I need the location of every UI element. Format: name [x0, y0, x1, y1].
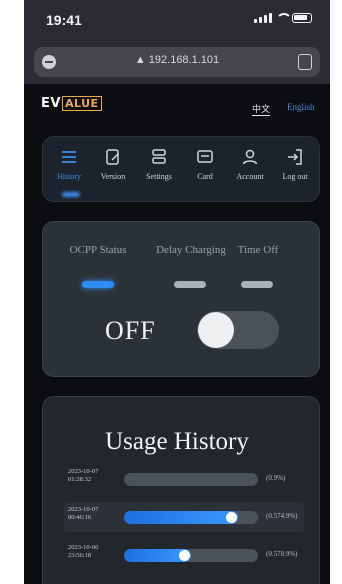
usage-row-datetime: 2023-10-07 01:28:32 — [68, 468, 120, 484]
usage-row-time: 00:46:16 — [68, 514, 92, 521]
nav-menu: History Version Settings Card Account Lo… — [42, 136, 320, 202]
nav-label-settings: Settings — [146, 172, 172, 181]
nav-item-history[interactable]: History — [47, 147, 91, 181]
wifi-icon — [276, 13, 288, 23]
usage-progress-knob — [179, 550, 190, 561]
version-icon — [106, 149, 119, 165]
nav-label-account: Account — [236, 172, 264, 181]
nav-item-version[interactable]: Version — [91, 147, 135, 181]
usage-row-time: 23:56:18 — [68, 552, 92, 559]
usage-history-title: Usage History — [105, 428, 249, 455]
language-chinese-link[interactable]: 中文 — [252, 102, 271, 116]
mode-time-off[interactable]: Time Off — [223, 244, 293, 257]
status-icons — [254, 13, 312, 23]
settings-icon — [152, 149, 166, 164]
battery-icon — [292, 13, 312, 23]
usage-row-date: 2023-10-06 — [68, 544, 99, 551]
usage-row: 2023-10-06 23:56:18 (0.578.9%) — [64, 540, 304, 570]
mode-ocpp-status[interactable]: OCPP Status — [63, 244, 133, 257]
nav-label-logout: Log out — [282, 172, 308, 181]
usage-row-value: (0.9%) — [266, 474, 286, 482]
logo-alue-text: ALUE — [61, 96, 102, 111]
usage-row-datetime: 2023-10-07 00:46:16 — [68, 506, 120, 522]
history-icon — [62, 151, 76, 163]
power-state-label: OFF — [105, 316, 156, 345]
evalue-logo: EV ALUE — [41, 96, 102, 111]
usage-row-date: 2023-10-07 — [68, 468, 99, 475]
share-icon[interactable] — [298, 54, 312, 70]
url-field[interactable]: ▲ 192.168.1.101 — [34, 47, 320, 77]
usage-row: 2023-10-07 00:46:16 (0.574.9%) — [64, 502, 304, 532]
power-toggle[interactable] — [197, 311, 279, 349]
usage-progress-fill — [124, 511, 238, 524]
usage-row-time: 01:28:32 — [68, 476, 92, 483]
url-text[interactable]: ▲ 192.168.1.101 — [34, 54, 320, 66]
nav-label-version: Version — [100, 172, 126, 181]
browser-address-bar: ▲ 192.168.1.101 — [24, 40, 330, 84]
mode-indicator-ocpp[interactable] — [82, 281, 114, 288]
nav-label-history: History — [57, 172, 81, 181]
signal-icon — [254, 13, 272, 23]
usage-row-value: (0.574.9%) — [266, 512, 298, 520]
usage-progress-track — [124, 511, 258, 524]
card-icon — [197, 150, 213, 163]
active-tab-indicator — [62, 192, 80, 197]
usage-row: 2023-10-07 01:28:32 (0.9%) — [64, 464, 304, 494]
status-bar: 19:41 — [24, 0, 330, 40]
mode-delay-charging[interactable]: Delay Charging — [156, 244, 226, 257]
usage-row-value: (0.578.9%) — [266, 550, 298, 558]
logout-icon — [288, 149, 302, 165]
usage-progress-knob — [226, 512, 237, 523]
nav-item-logout[interactable]: Log out — [273, 147, 317, 181]
mode-indicator-delay[interactable] — [174, 281, 206, 288]
language-english-link[interactable]: English — [287, 102, 315, 112]
nav-label-card: Card — [197, 172, 213, 181]
usage-row-datetime: 2023-10-06 23:56:18 — [68, 544, 120, 560]
nav-item-account[interactable]: Account — [228, 147, 272, 181]
phone-screen: 19:41 ▲ 192.168.1.101 EV ALUE 中文 English … — [24, 0, 330, 584]
usage-progress-track — [124, 473, 258, 486]
nav-item-settings[interactable]: Settings — [137, 147, 181, 181]
logo-ev-text: EV — [41, 96, 61, 111]
mode-indicator-timeoff[interactable] — [241, 281, 273, 288]
nav-item-card[interactable]: Card — [183, 147, 227, 181]
usage-progress-track — [124, 549, 258, 562]
charger-control-card: OCPP Status Delay Charging Time Off OFF — [42, 221, 320, 377]
status-time: 19:41 — [46, 12, 82, 28]
account-icon — [242, 149, 258, 165]
usage-row-date: 2023-10-07 — [68, 506, 99, 513]
toggle-knob[interactable] — [198, 312, 234, 348]
